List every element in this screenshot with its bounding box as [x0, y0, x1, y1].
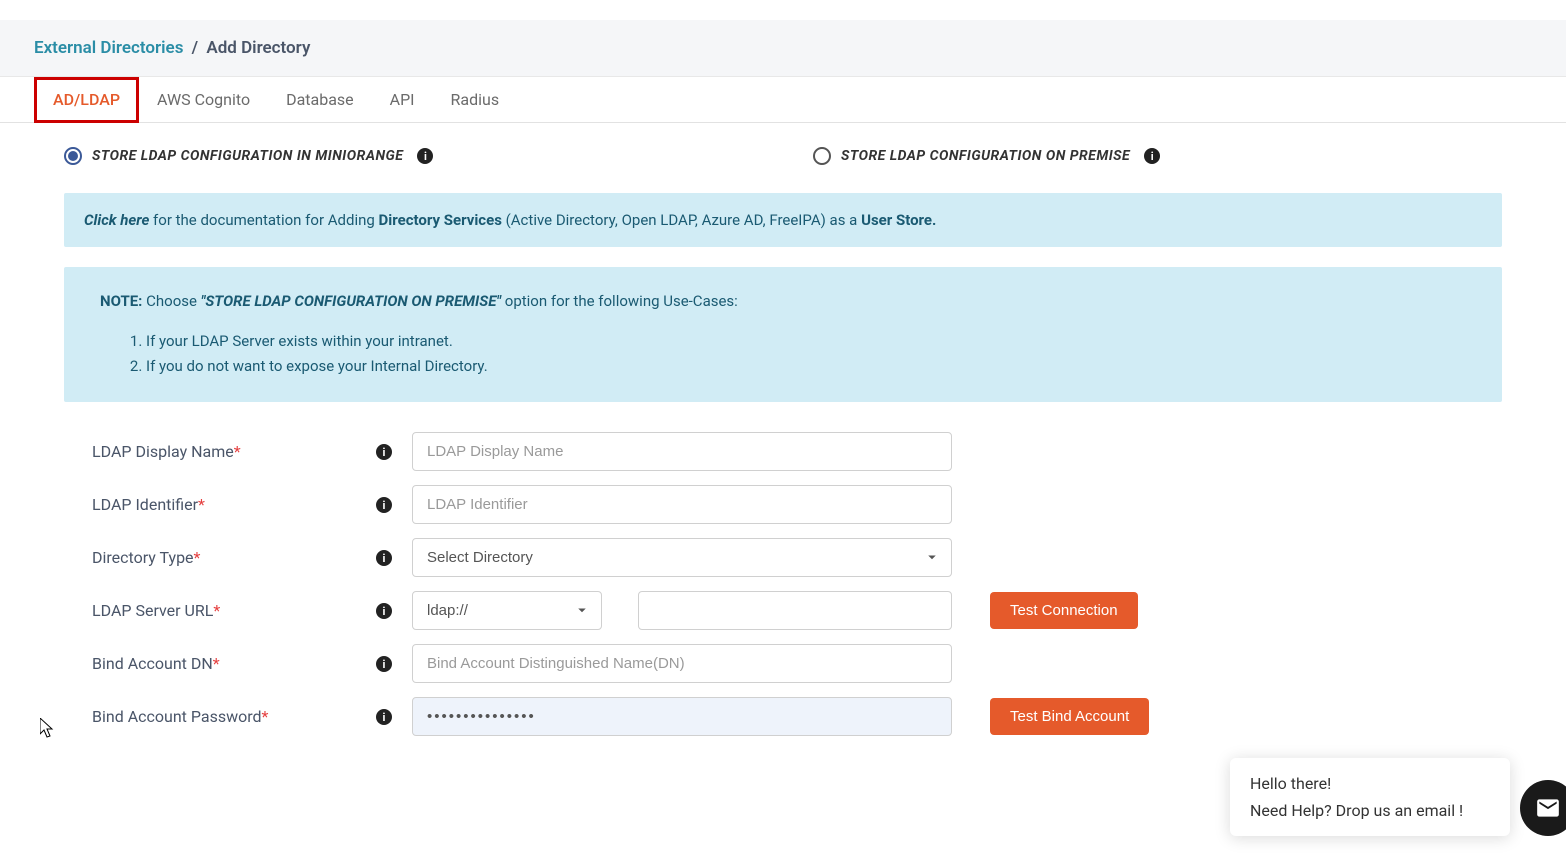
select-protocol[interactable]: ldap:// — [412, 591, 602, 630]
select-dir-type[interactable]: Select Directory — [412, 538, 952, 577]
test-bind-button[interactable]: Test Bind Account — [990, 698, 1149, 735]
input-bind-dn[interactable] — [412, 644, 952, 683]
doc-bold1: Directory Services — [379, 211, 502, 229]
tab-cognito[interactable]: AWS Cognito — [139, 77, 268, 122]
info-icon[interactable]: i — [376, 603, 392, 619]
doc-info-box: Click here for the documentation for Add… — [64, 193, 1502, 247]
chat-greet: Hello there! — [1250, 774, 1490, 793]
radio-miniorange-label: STORE LDAP CONFIGURATION IN MINIORANGE — [92, 148, 403, 164]
label-bind-pwd: Bind Account Password* — [92, 707, 372, 726]
breadcrumb-current: Add Directory — [206, 38, 310, 58]
doc-text2: (Active Directory, Open LDAP, Azure AD, … — [502, 211, 861, 229]
breadcrumb-link[interactable]: External Directories — [34, 38, 183, 58]
tab-database[interactable]: Database — [268, 77, 372, 122]
radio-premise-label: STORE LDAP CONFIGURATION ON PREMISE — [841, 148, 1130, 164]
note-t1: Choose — [142, 292, 200, 310]
radio-unchecked-icon — [813, 147, 831, 165]
label-server-url: LDAP Server URL* — [92, 601, 372, 620]
breadcrumb-sep: / — [192, 38, 198, 58]
input-server-url[interactable] — [638, 591, 952, 630]
breadcrumb: External Directories / Add Directory — [34, 38, 1532, 58]
input-display-name[interactable] — [412, 432, 952, 471]
page-header: External Directories / Add Directory — [0, 20, 1566, 77]
note-label: NOTE: — [100, 292, 142, 310]
chat-popup: Hello there! Need Help? Drop us an email… — [1230, 758, 1510, 836]
note-item1: If your LDAP Server exists within your i… — [146, 329, 1466, 355]
info-icon[interactable]: i — [1144, 148, 1160, 164]
info-icon[interactable]: i — [376, 497, 392, 513]
label-bind-dn: Bind Account DN* — [92, 654, 372, 673]
row-server-url: LDAP Server URL* i ldap:// Test Connecti… — [64, 591, 1502, 630]
info-icon[interactable]: i — [376, 444, 392, 460]
tab-api[interactable]: API — [372, 77, 433, 122]
info-icon[interactable]: i — [376, 550, 392, 566]
note-t2: option for the following Use-Cases: — [501, 292, 738, 310]
row-display-name: LDAP Display Name* i — [64, 432, 1502, 471]
tab-radius[interactable]: Radius — [433, 77, 518, 122]
note-emph: "STORE LDAP CONFIGURATION ON PREMISE" — [201, 292, 501, 310]
test-connection-button[interactable]: Test Connection — [990, 592, 1138, 629]
input-identifier[interactable] — [412, 485, 952, 524]
row-dir-type: Directory Type* i Select Directory — [64, 538, 1502, 577]
doc-link[interactable]: Click here — [84, 211, 149, 229]
info-icon[interactable]: i — [417, 148, 433, 164]
label-display-name: LDAP Display Name* — [92, 442, 372, 461]
input-bind-pwd[interactable] — [412, 697, 952, 736]
label-identifier: LDAP Identifier* — [92, 495, 372, 514]
row-bind-pwd: Bind Account Password* i Test Bind Accou… — [64, 697, 1502, 736]
content: STORE LDAP CONFIGURATION IN MINIORANGE i… — [0, 123, 1566, 790]
doc-text1: for the documentation for Adding — [149, 211, 378, 229]
row-bind-dn: Bind Account DN* i — [64, 644, 1502, 683]
label-dir-type: Directory Type* — [92, 548, 372, 567]
tab-adldap[interactable]: AD/LDAP — [34, 77, 139, 123]
doc-bold2: User Store. — [861, 211, 936, 229]
radio-checked-icon — [64, 147, 82, 165]
chat-fab-button[interactable] — [1520, 780, 1566, 836]
info-icon[interactable]: i — [376, 656, 392, 672]
info-icon[interactable]: i — [376, 709, 392, 725]
radio-miniorange[interactable]: STORE LDAP CONFIGURATION IN MINIORANGE i — [64, 147, 753, 165]
row-identifier: LDAP Identifier* i — [64, 485, 1502, 524]
envelope-icon — [1535, 795, 1561, 821]
radio-row: STORE LDAP CONFIGURATION IN MINIORANGE i… — [64, 147, 1502, 165]
note-item2: If you do not want to expose your Intern… — [146, 354, 1466, 380]
chat-help: Need Help? Drop us an email ! — [1250, 801, 1490, 820]
tabs: AD/LDAP AWS Cognito Database API Radius — [0, 77, 1566, 123]
radio-premise[interactable]: STORE LDAP CONFIGURATION ON PREMISE i — [813, 147, 1502, 165]
note-box: NOTE: Choose "STORE LDAP CONFIGURATION O… — [64, 267, 1502, 402]
